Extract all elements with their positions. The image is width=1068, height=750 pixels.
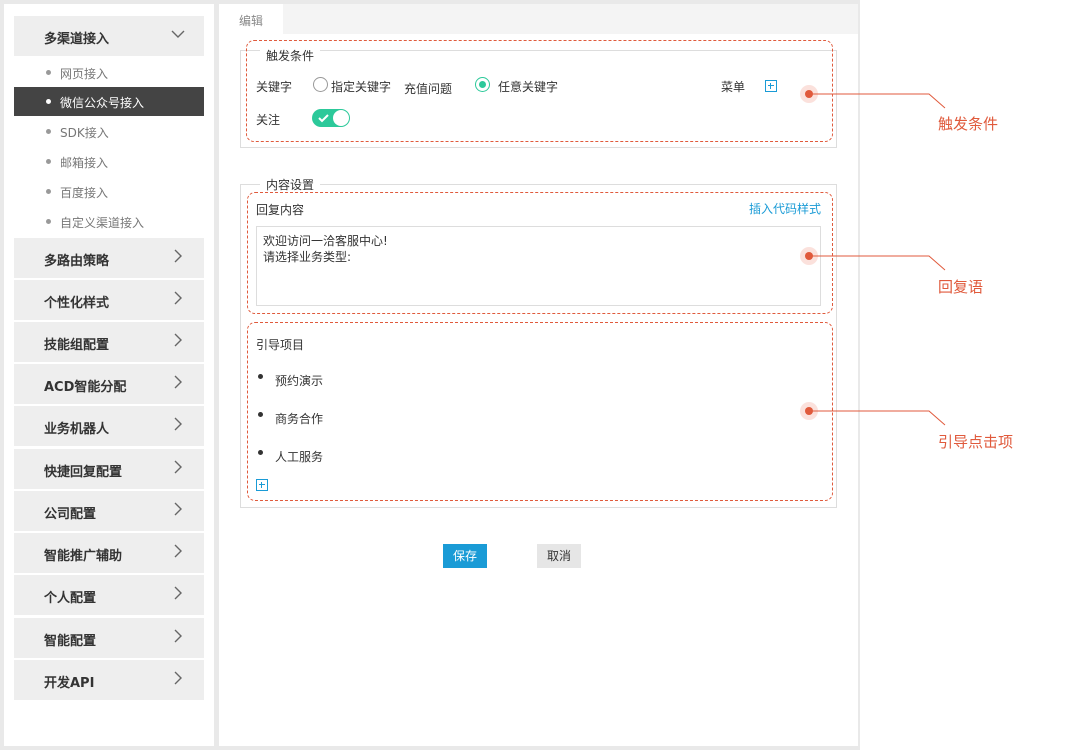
nav-group-smart[interactable]: 智能配置 [14,618,204,658]
bullet-icon [46,159,51,164]
reply-leader-line [809,255,946,271]
check-icon [318,114,329,123]
annotation-reply: 回复语 [938,278,984,296]
app-frame: 多渠道接入 网页接入 微信公众号接入 SDK接入 邮箱接入 百度接入 自定义渠道… [0,0,860,750]
bullet-icon [46,70,51,75]
sidebar-item-sdk[interactable]: SDK接入 [14,117,204,146]
specific-keyword-value[interactable]: 充值问题 [404,80,452,97]
cancel-button[interactable]: 取消 [537,544,581,568]
chevron-right-icon [174,333,182,347]
chevron-right-icon [174,671,182,685]
reply-textarea[interactable]: 欢迎访问一洽客服中心! 请选择业务类型: [256,226,821,306]
nav-group-label: 智能推广辅助 [44,549,123,564]
radio-any-label: 任意关键字 [498,80,559,94]
nav-group-label: ACD智能分配 [44,380,127,395]
nav-group-label: 公司配置 [44,507,97,522]
add-guide-item-icon[interactable] [256,479,268,491]
chevron-right-icon [174,375,182,389]
guide-item[interactable]: 人工服务 [275,448,323,465]
nav-group-label: 多路由策略 [44,254,110,269]
radio-specific-label: 指定关键字 [331,80,392,94]
sidebar-item-web[interactable]: 网页接入 [14,58,204,87]
main-panel: 编辑 触发条件 关键字 指定关键字 充值问题 任意关键字 菜单 关注 内容设置 … [219,4,858,746]
bullet-icon [46,219,51,224]
save-button[interactable]: 保存 [443,544,487,568]
nav-group-multichannel[interactable]: 多渠道接入 [14,16,204,56]
reply-label: 回复内容 [256,203,305,217]
nav-group-quick-reply[interactable]: 快捷回复配置 [14,449,204,489]
sidebar: 多渠道接入 网页接入 微信公众号接入 SDK接入 邮箱接入 百度接入 自定义渠道… [4,4,214,746]
nav-group-label: 快捷回复配置 [44,465,123,480]
nav-group-label: 技能组配置 [44,338,110,353]
bullet-icon [258,412,263,417]
toggle-knob [333,110,349,126]
nav-group-label: 个人配置 [44,591,97,606]
keyword-label: 关键字 [256,80,293,94]
menu-label: 菜单 [721,80,746,94]
follow-label: 关注 [256,113,281,127]
content-legend: 内容设置 [260,176,321,193]
chevron-right-icon [174,502,182,516]
sidebar-item-email[interactable]: 邮箱接入 [14,147,204,176]
sidebar-item-label: 百度接入 [60,186,109,200]
nav-group-routing[interactable]: 多路由策略 [14,238,204,278]
nav-group-label: 业务机器人 [44,422,110,437]
nav-group-style[interactable]: 个性化样式 [14,280,204,320]
radio-any-keyword[interactable] [475,77,490,92]
chevron-right-icon [174,417,182,431]
guide-item[interactable]: 预约演示 [275,372,323,389]
tab-bar [283,4,858,34]
insert-code-link[interactable]: 插入代码样式 [749,200,821,217]
chevron-down-icon [171,30,185,38]
bullet-icon [46,99,51,104]
guide-highlight [247,322,833,501]
tab-edit[interactable]: 编辑 [219,4,283,34]
nav-group-robot[interactable]: 业务机器人 [14,406,204,446]
chevron-right-icon [174,629,182,643]
chevron-right-icon [174,291,182,305]
chevron-right-icon [174,249,182,263]
sidebar-item-label: 自定义渠道接入 [60,216,145,230]
nav-group-label: 开发API [44,676,95,691]
sidebar-item-wechat[interactable]: 微信公众号接入 [14,87,204,116]
guide-label: 引导项目 [256,338,305,352]
tab-label: 编辑 [239,14,264,28]
sidebar-item-baidu[interactable]: 百度接入 [14,177,204,206]
sidebar-item-label: SDK接入 [60,126,109,140]
chevron-right-icon [174,544,182,558]
bullet-icon [46,189,51,194]
sidebar-item-label: 网页接入 [60,67,109,81]
nav-group-skill[interactable]: 技能组配置 [14,322,204,362]
nav-group-label: 个性化样式 [44,296,110,311]
guide-item[interactable]: 商务合作 [275,410,323,427]
trigger-leader-line [809,93,946,109]
nav-group-api[interactable]: 开发API [14,660,204,700]
sidebar-item-label: 微信公众号接入 [60,96,145,110]
nav-group-company[interactable]: 公司配置 [14,491,204,531]
sidebar-item-custom[interactable]: 自定义渠道接入 [14,207,204,236]
nav-group-label: 多渠道接入 [44,32,110,47]
bullet-icon [258,450,263,455]
radio-specific-keyword[interactable] [313,77,328,92]
bullet-icon [258,374,263,379]
nav-group-promotion[interactable]: 智能推广辅助 [14,533,204,573]
chevron-right-icon [174,460,182,474]
bullet-icon [46,129,51,134]
chevron-right-icon [174,586,182,600]
guide-leader-line [809,410,946,426]
nav-group-label: 智能配置 [44,634,97,649]
sidebar-item-label: 邮箱接入 [60,156,109,170]
add-menu-icon[interactable] [765,80,777,92]
follow-toggle[interactable] [312,109,350,127]
annotation-guide: 引导点击项 [938,433,1014,451]
nav-group-acd[interactable]: ACD智能分配 [14,364,204,404]
nav-group-personal[interactable]: 个人配置 [14,575,204,615]
annotation-trigger: 触发条件 [938,115,999,133]
